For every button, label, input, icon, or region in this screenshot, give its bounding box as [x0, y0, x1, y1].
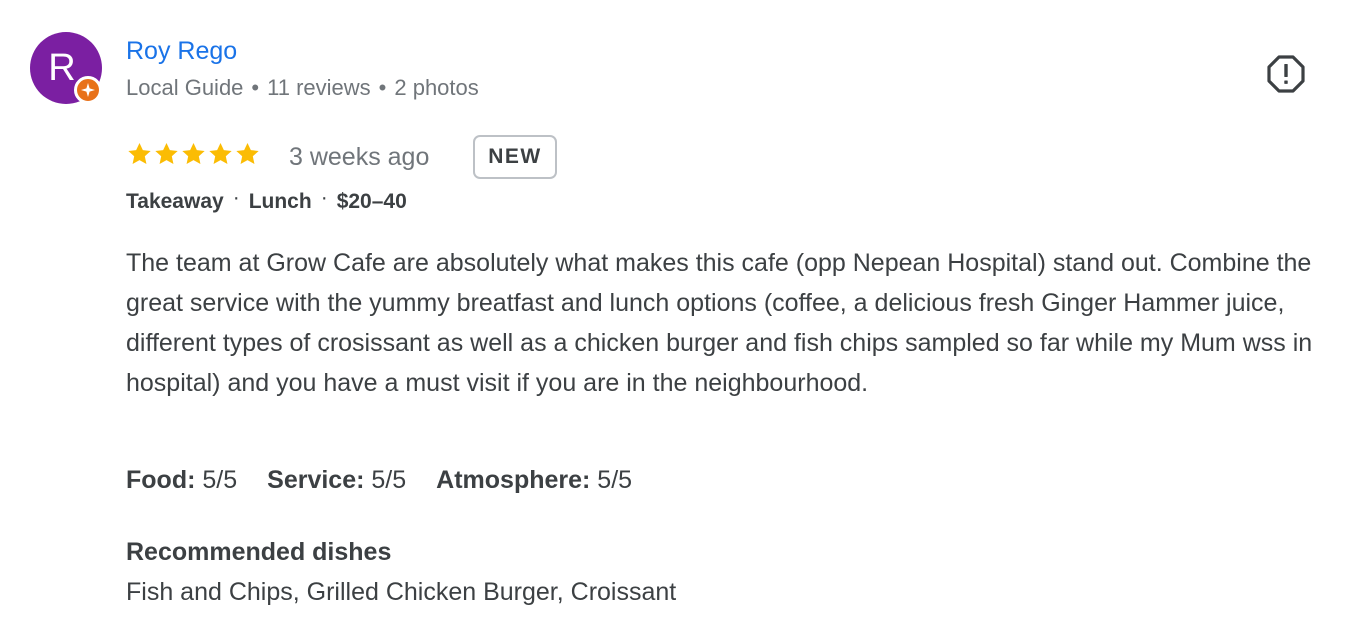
- meta-separator: •: [251, 75, 260, 100]
- tag-price-range: $20–40: [336, 190, 407, 213]
- star-icon: [236, 142, 259, 164]
- photo-count: 2 photos: [394, 75, 479, 100]
- local-guide-label: Local Guide: [126, 75, 244, 100]
- report-icon: [1267, 55, 1305, 93]
- recommended-dishes-list: Fish and Chips, Grilled Chicken Burger, …: [126, 578, 677, 606]
- rating-label: Atmosphere:: [436, 466, 591, 494]
- rating-food: Food: 5/5: [126, 466, 237, 495]
- tag-meal-type: Lunch: [248, 190, 312, 213]
- report-button[interactable]: [1266, 54, 1306, 94]
- star-icon: [155, 142, 178, 164]
- review-text: The team at Grow Cafe are absolutely wha…: [126, 249, 1313, 397]
- star-icon: [128, 142, 151, 164]
- category-ratings: Food: 5/5 Service: 5/5 Atmosphere: 5/5: [126, 466, 662, 495]
- new-badge: NEW: [473, 135, 557, 179]
- reviewer-name[interactable]: Roy Rego: [126, 37, 237, 66]
- rating-label: Service:: [267, 466, 365, 494]
- review-time: 3 weeks ago: [289, 143, 430, 171]
- rating-value: 5/5: [202, 466, 238, 494]
- rating-service: Service: 5/5: [267, 466, 406, 495]
- avatar-initial: R: [48, 47, 76, 89]
- reviewer-meta: Local Guide • 11 reviews • 2 photos: [126, 75, 479, 101]
- rating-label: Food:: [126, 466, 196, 494]
- review-count: 11 reviews: [267, 75, 371, 100]
- review-tags: Takeaway · Lunch · $20–40: [126, 186, 407, 214]
- star-icon: [209, 142, 232, 164]
- tag-separator: ·: [232, 186, 240, 209]
- meta-separator: •: [378, 75, 387, 100]
- rating-atmosphere: Atmosphere: 5/5: [436, 466, 632, 495]
- tag-separator: ·: [320, 186, 328, 209]
- star-rating: [126, 141, 261, 172]
- recommended-dishes-title: Recommended dishes: [126, 538, 392, 566]
- star-icon: [182, 142, 205, 164]
- rating-value: 5/5: [371, 466, 407, 494]
- local-guide-icon: [74, 76, 102, 104]
- rating-value: 5/5: [597, 466, 633, 494]
- tag-service-type: Takeaway: [126, 190, 224, 213]
- review-card: R Roy Rego Local Guide • 11 reviews • 2 phot…: [0, 0, 1370, 628]
